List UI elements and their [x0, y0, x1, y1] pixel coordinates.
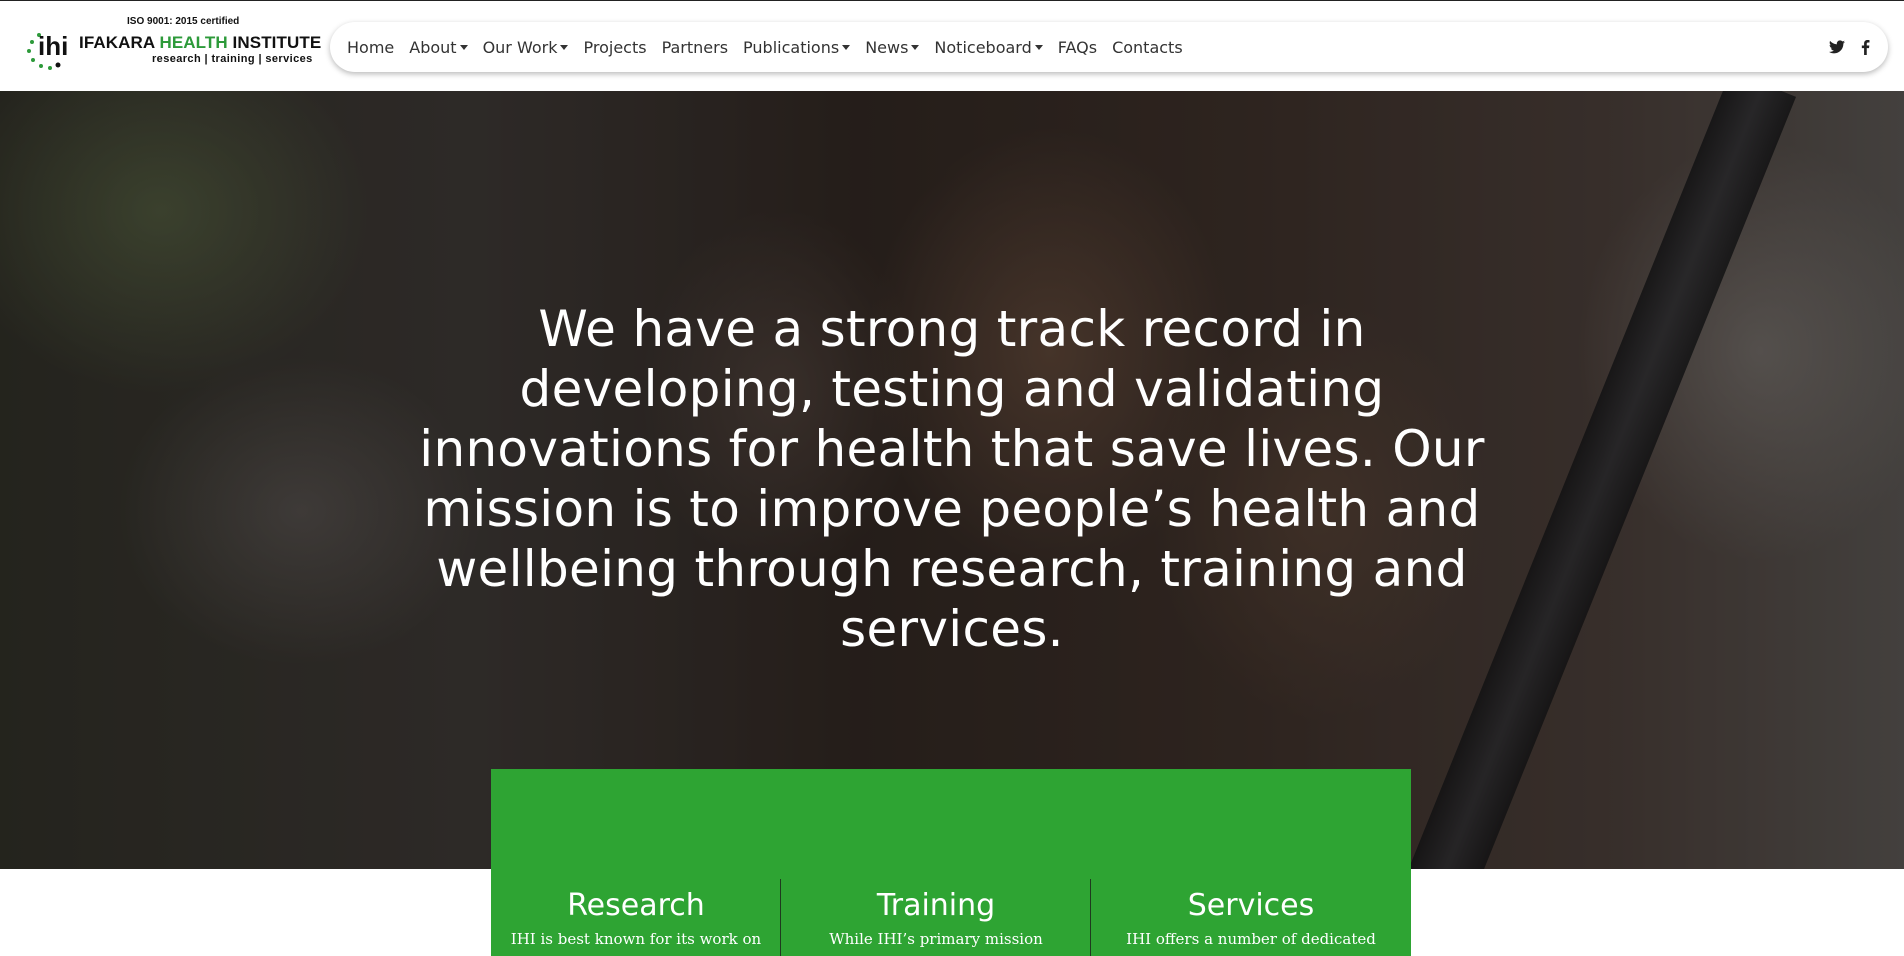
nav-contacts[interactable]: Contacts: [1112, 38, 1183, 57]
nav-noticeboard[interactable]: Noticeboard: [934, 38, 1043, 57]
twitter-icon[interactable]: [1828, 38, 1846, 56]
pillar-text: While IHI’s primary mission: [829, 930, 1043, 948]
social-links: [1818, 22, 1874, 72]
pillar-title: Research: [567, 888, 705, 923]
chevron-down-icon: [560, 45, 569, 50]
pillar-training[interactable]: Training While IHI’s primary mission: [781, 879, 1091, 956]
nav-about[interactable]: About: [409, 38, 468, 57]
chevron-down-icon: [459, 45, 468, 50]
institute-tagline: research | training | services: [152, 53, 313, 65]
svg-text:ihi: ihi: [38, 31, 68, 61]
pillar-services[interactable]: Services IHI offers a number of dedicate…: [1091, 879, 1411, 956]
hero-banner: We have a strong track record in develop…: [0, 91, 1904, 869]
institute-name: IFAKARA HEALTH INSTITUTE: [79, 33, 322, 52]
main-navigation: Home About Our Work Projects Partners Pu…: [330, 22, 1888, 72]
chevron-down-icon: [1034, 45, 1043, 50]
pillar-title: Training: [876, 888, 996, 923]
facebook-icon[interactable]: [1856, 38, 1874, 56]
ihi-logo[interactable]: ISO 9001: 2015 certified ihi IFAKARA HEA…: [25, 13, 321, 73]
pillar-title: Services: [1187, 888, 1315, 923]
nav-faqs[interactable]: FAQs: [1058, 38, 1097, 57]
hero-mission-statement: We have a strong track record in develop…: [419, 300, 1485, 658]
pillar-research[interactable]: Research IHI is best known for its work …: [491, 879, 781, 956]
iso-certification: ISO 9001: 2015 certified: [127, 16, 240, 27]
nav-home[interactable]: Home: [347, 38, 394, 57]
ihi-logo-mark-icon: ihi: [27, 31, 68, 70]
nav-news[interactable]: News: [865, 38, 920, 57]
nav-partners[interactable]: Partners: [662, 38, 728, 57]
chevron-down-icon: [842, 45, 851, 50]
pillars-panel: Research IHI is best known for its work …: [491, 769, 1411, 956]
chevron-down-icon: [911, 45, 920, 50]
pillar-text: IHI offers a number of dedicated: [1126, 930, 1376, 948]
nav-our-work[interactable]: Our Work: [483, 38, 569, 57]
site-header: ISO 9001: 2015 certified ihi IFAKARA HEA…: [0, 1, 1904, 91]
nav-publications[interactable]: Publications: [743, 38, 851, 57]
nav-projects[interactable]: Projects: [583, 38, 646, 57]
pillar-text: IHI is best known for its work on: [510, 930, 762, 948]
